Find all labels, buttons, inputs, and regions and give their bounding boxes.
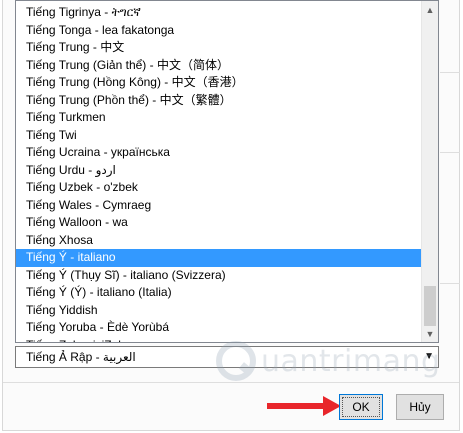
list-item[interactable]: Tiếng Trung - 中文 [16, 39, 422, 57]
list-item[interactable]: Tiếng Yoruba - Èdè Yorùbá [16, 319, 422, 337]
watermark-text: uantrimang [261, 344, 441, 379]
list-scrollbar[interactable]: ▲ ▼ [421, 1, 438, 342]
annotation-arrow-shaft [267, 403, 325, 409]
list-item[interactable]: Tiếng Walloon - wa [16, 214, 422, 232]
scroll-up-icon[interactable]: ▲ [422, 1, 438, 18]
scroll-thumb[interactable] [424, 286, 436, 326]
ok-button-label: OK [352, 400, 370, 414]
cancel-button[interactable]: Hủy [396, 394, 444, 420]
watermark-logo: uantrimang [213, 336, 443, 386]
list-item[interactable]: Tiếng Ucraina - українська [16, 144, 422, 162]
list-item[interactable]: Tiếng Yiddish [16, 302, 422, 320]
list-item[interactable]: Tiếng Trung (Giản thể) - 中文（简体） [16, 57, 422, 75]
list-item[interactable]: Tiếng Ý (Thụy Sĩ) - italiano (Svizzera) [16, 267, 422, 285]
language-select-value: Tiếng Ả Rập - العربية [26, 350, 136, 364]
list-item[interactable]: Tiếng Uzbek - o'zbek [16, 179, 422, 197]
list-item[interactable]: Tiếng Tonga - lea fakatonga [16, 22, 422, 40]
list-item[interactable]: Tiếng Ý (Ý) - italiano (Italia) [16, 284, 422, 302]
list-item[interactable]: Tiếng Twi [16, 127, 422, 145]
watermark-q-icon [216, 341, 256, 381]
background-divider [440, 72, 460, 73]
list-item[interactable]: Tiếng Urdu - اردو [16, 162, 422, 180]
list-item[interactable]: Tiếng Ý - italiano [16, 249, 422, 267]
language-list: Tiếng Tigrinya - ትግርኛ Tiếng Tonga - lea f… [16, 4, 422, 342]
list-item[interactable]: Tiếng Trung (Hồng Kông) - 中文（香港） [16, 74, 422, 92]
list-item[interactable]: Tiếng Tigrinya - ትግርኛ [16, 4, 422, 22]
list-item[interactable]: Tiếng Turkmen [16, 109, 422, 127]
background-divider [440, 152, 460, 153]
ok-button[interactable]: OK [339, 394, 383, 420]
background-divider [440, 283, 460, 284]
list-item[interactable]: Tiếng Xhosa [16, 232, 422, 250]
list-item[interactable]: Tiếng Trung (Phồn thể) - 中文（繁體） [16, 92, 422, 110]
language-listbox[interactable]: Tiếng Tigrinya - ትግርኛ Tiếng Tonga - lea f… [15, 0, 439, 343]
list-item[interactable]: Tiếng Wales - Cymraeg [16, 197, 422, 215]
cancel-button-label: Hủy [409, 400, 431, 414]
